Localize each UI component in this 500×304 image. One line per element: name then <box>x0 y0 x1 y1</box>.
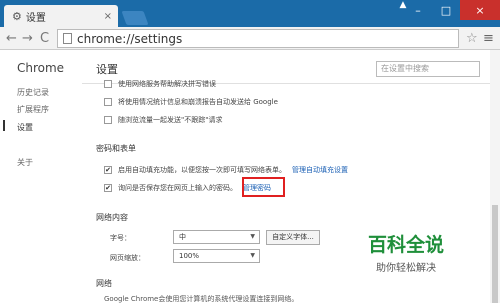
tab-close-icon[interactable]: × <box>104 11 112 22</box>
font-size-label: 字号： <box>110 234 131 242</box>
zoom-value: 100% <box>179 252 200 260</box>
checkbox-row-spelling[interactable]: 使用网络服务帮助解决拼写错误 <box>104 79 216 89</box>
font-size-value: 中 <box>179 233 186 241</box>
scrollbar-thumb[interactable] <box>492 205 498 303</box>
url-text: chrome://settings <box>77 31 183 46</box>
tab-settings[interactable]: ⚙ 设置 × <box>4 5 118 27</box>
new-tab-button[interactable] <box>121 11 149 25</box>
selected-indicator <box>3 120 5 131</box>
sidebar-item-settings[interactable]: 设置 <box>17 122 33 133</box>
chevron-down-icon: ▼ <box>250 233 255 240</box>
checkbox-checked[interactable]: ✔ <box>104 166 112 174</box>
section-title-passwords: 密码和表单 <box>96 144 136 153</box>
bookmark-star-icon[interactable]: ☆ <box>466 31 478 46</box>
reload-button[interactable]: C <box>40 31 49 46</box>
highlight-box <box>242 177 285 197</box>
title-bar: ⚙ 设置 × ▲ – □ × <box>0 0 500 27</box>
checkbox-row-usage-stats[interactable]: 将使用情况统计信息和崩溃报告自动发送给 Google <box>104 97 278 107</box>
section-title-web-content: 网络内容 <box>96 213 128 222</box>
scrollbar[interactable] <box>490 50 500 303</box>
toolbar: ← → C chrome://settings ☆ ≡ <box>0 27 500 50</box>
row-label: 将使用情况统计信息和崩溃报告自动发送给 Google <box>118 98 278 106</box>
page-icon <box>63 33 72 44</box>
watermark: 百科全说 助你轻松解决 <box>368 230 444 274</box>
sidebar-brand: Chrome <box>17 61 65 75</box>
checkbox[interactable] <box>104 98 112 106</box>
gear-icon: ⚙ <box>12 9 22 23</box>
font-size-select[interactable]: 中 ▼ <box>173 230 260 244</box>
chevron-down-icon: ▼ <box>250 252 255 259</box>
checkbox[interactable] <box>104 80 112 88</box>
menu-icon[interactable]: ≡ <box>483 31 494 46</box>
checkbox-checked[interactable]: ✔ <box>104 184 112 192</box>
minimize-button[interactable]: – <box>404 0 432 20</box>
section-title-network: 网络 <box>96 279 112 288</box>
zoom-label: 网页缩放： <box>110 254 145 262</box>
row-label: 使用网络服务帮助解决拼写错误 <box>118 80 216 88</box>
close-window-button[interactable]: × <box>460 0 500 20</box>
custom-fonts-button[interactable]: 自定义字体... <box>266 230 320 245</box>
watermark-title: 百科全说 <box>368 234 445 256</box>
back-button[interactable]: ← <box>6 31 17 46</box>
row-label: 启用自动填充功能，以便您按一次即可填写网络表单。 <box>118 166 286 174</box>
page-title: 设置 <box>96 63 118 76</box>
sidebar-item-history[interactable]: 历史记录 <box>17 87 49 98</box>
checkbox-row-autofill[interactable]: ✔ 启用自动填充功能，以便您按一次即可填写网络表单。 管理自动填充设置 <box>104 165 348 175</box>
sidebar-item-extensions[interactable]: 扩展程序 <box>17 104 49 115</box>
tab-title: 设置 <box>25 12 46 24</box>
sidebar: Chrome 历史记录 扩展程序 设置 关于 <box>0 50 82 303</box>
row-label: 询问是否保存您在网页上输入的密码。 <box>118 184 237 192</box>
row-label: 随浏览流量一起发送"不跟踪"请求 <box>118 116 223 124</box>
address-bar[interactable]: chrome://settings <box>57 29 459 48</box>
sidebar-item-about[interactable]: 关于 <box>17 157 33 168</box>
search-input[interactable]: 在设置中搜索 <box>376 61 480 77</box>
maximize-button[interactable]: □ <box>432 0 460 20</box>
zoom-select[interactable]: 100% ▼ <box>173 249 260 263</box>
watermark-subtitle: 助你轻松解决 <box>376 263 436 274</box>
forward-button[interactable]: → <box>22 31 33 46</box>
checkbox-row-do-not-track[interactable]: 随浏览流量一起发送"不跟踪"请求 <box>104 115 222 125</box>
checkbox[interactable] <box>104 116 112 124</box>
manage-autofill-link[interactable]: 管理自动填充设置 <box>292 165 348 175</box>
